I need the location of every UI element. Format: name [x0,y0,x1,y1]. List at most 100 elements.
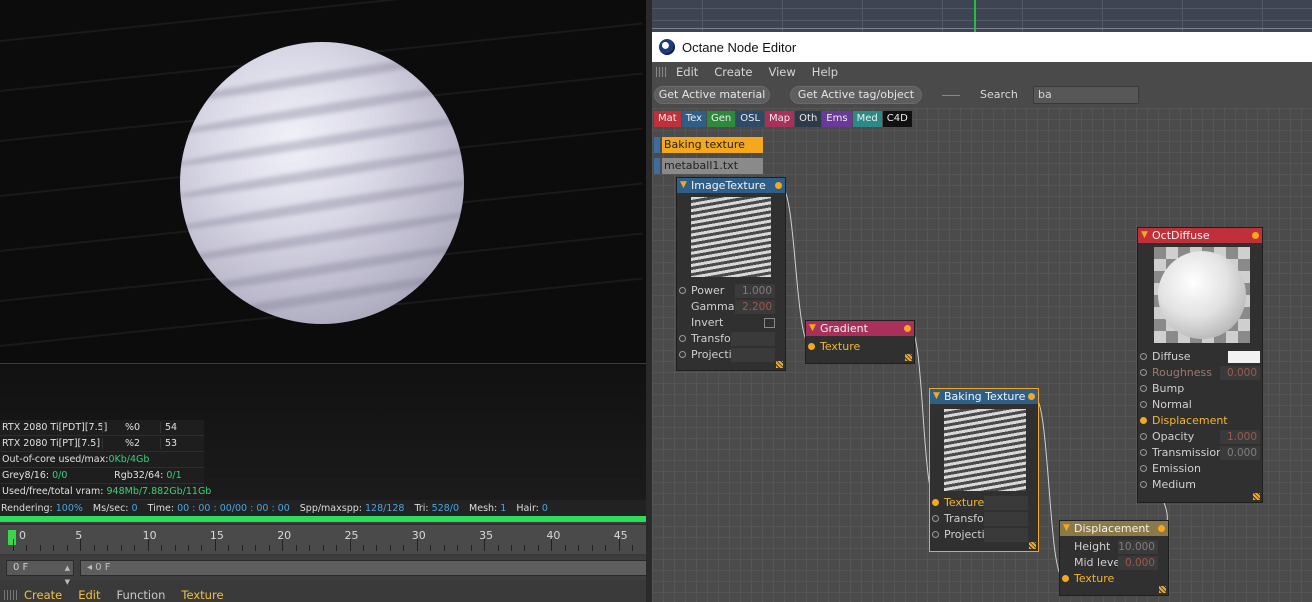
param-texture[interactable]: Texture [1060,571,1168,587]
input-pin[interactable] [1140,401,1147,408]
metaball-tag[interactable]: metaball1.txt [654,158,763,174]
menu-edit[interactable]: Edit [676,65,698,79]
param-opacity[interactable]: Opacity 1.000 [1138,429,1262,445]
input-pin[interactable] [679,287,686,294]
category-ems[interactable]: Ems [822,111,852,127]
param-midlevel[interactable]: Mid level 0.000 [1060,555,1168,571]
param-transform[interactable]: Transform [677,331,785,347]
input-pin[interactable] [1140,369,1147,376]
category-gen[interactable]: Gen [707,111,736,127]
param-value[interactable]: 0.000 [1118,556,1158,570]
collapse-triangle-icon[interactable]: ▼ [809,321,816,336]
baking-texture-tag[interactable]: Baking texture [654,137,763,153]
node-graph-canvas[interactable]: Mat Tex Gen OSL Map Oth Ems Med C4D Baki… [652,108,1312,602]
param-power[interactable]: Power 1.000 [677,283,785,299]
node-header[interactable]: ▼ Baking Texture [930,389,1038,404]
current-frame-field[interactable]: 0 F ▲ ▼ [6,560,74,586]
collapse-triangle-icon[interactable]: ▼ [680,178,687,193]
search-input[interactable]: ba [1033,86,1139,104]
timeline-ruler[interactable]: 0 5 10 15 20 25 30 35 40 45 [0,524,674,554]
node-header[interactable]: ▼ Gradient [806,321,914,336]
menu-function[interactable]: Function [117,588,166,602]
category-med[interactable]: Med [852,111,882,127]
node-header[interactable]: ▼ ImageTexture [677,178,785,193]
collapse-triangle-icon[interactable]: ▼ [933,389,940,404]
diffuse-color-swatch[interactable] [1228,351,1260,363]
input-pin[interactable] [932,515,939,522]
input-pin[interactable] [932,499,939,506]
param-projection[interactable]: Projection [677,347,785,363]
param-roughness[interactable]: Roughness 0.000 [1138,365,1262,381]
param-value[interactable]: 0.000 [1220,446,1260,460]
param-gamma[interactable]: Gamma 2.200 [677,299,785,315]
param-medium[interactable]: Medium [1138,477,1262,493]
resize-handle-icon[interactable] [1029,542,1036,549]
input-pin[interactable] [1140,353,1147,360]
param-value[interactable]: 0.000 [1220,366,1260,380]
category-oth[interactable]: Oth [795,111,822,127]
menu-create[interactable]: Create [714,65,752,79]
input-pin[interactable] [679,351,686,358]
input-pin[interactable] [808,343,815,350]
input-pin[interactable] [1140,417,1147,424]
menu-create[interactable]: Create [24,588,62,602]
category-mat[interactable]: Mat [654,111,681,127]
input-pin[interactable] [1140,481,1147,488]
node-header[interactable]: ▼ Displacement [1060,521,1168,536]
input-pin[interactable] [1062,575,1069,582]
grip-handle-icon[interactable] [656,67,668,77]
param-normal[interactable]: Normal [1138,397,1262,413]
stepper-arrows-icon[interactable]: ▲ ▼ [65,561,70,589]
param-value[interactable]: 10.000 [1118,540,1158,554]
param-diffuse[interactable]: Diffuse [1138,349,1262,365]
input-pin[interactable] [1140,385,1147,392]
menu-edit[interactable]: Edit [78,588,100,602]
param-displacement[interactable]: Displacement [1138,413,1262,429]
grip-handle-icon[interactable] [4,590,18,600]
get-active-tag-button[interactable]: Get Active tag/object [790,86,922,104]
param-value[interactable]: 1.000 [735,284,775,298]
param-transmission[interactable]: Transmission 0.000 [1138,445,1262,461]
menu-view[interactable]: View [769,65,796,79]
menu-texture[interactable]: Texture [181,588,223,602]
category-c4d[interactable]: C4D [882,111,912,127]
baking-texture-node[interactable]: ▼ Baking Texture Texture Transform Proje… [929,388,1039,552]
image-texture-node[interactable]: ▼ ImageTexture Power 1.000 Gamma 2.200 Inv… [676,177,786,371]
input-pin[interactable] [679,335,686,342]
slider-left-arrow-icon[interactable]: ◂ [87,562,92,573]
displacement-node[interactable]: ▼ Displacement Height 10.000 Mid level 0.0… [1059,520,1169,596]
resize-handle-icon[interactable] [1159,586,1166,593]
oct-diffuse-node[interactable]: ▼ OctDiffuse Diffuse Roughness 0.000 Bump… [1137,227,1263,503]
param-bump[interactable]: Bump [1138,381,1262,397]
param-texture[interactable]: Texture [806,339,914,355]
invert-checkbox[interactable] [764,318,775,328]
param-invert[interactable]: Invert [677,315,785,331]
render-viewport[interactable]: RTX 2080 Ti[PDT][7.5] %0 54 RTX 2080 Ti[… [0,0,646,500]
input-pin[interactable] [932,531,939,538]
category-tex[interactable]: Tex [681,111,706,127]
param-transform[interactable]: Transform [930,511,1038,527]
collapse-triangle-icon[interactable]: ▼ [1063,521,1070,536]
category-osl[interactable]: OSL [736,111,765,127]
input-pin[interactable] [1140,449,1147,456]
resize-handle-icon[interactable] [776,361,783,368]
output-pin[interactable] [775,182,782,189]
gradient-node[interactable]: ▼ Gradient Texture [805,320,915,364]
output-pin[interactable] [1028,393,1035,400]
output-pin[interactable] [1158,525,1165,532]
param-projection[interactable]: Projection [930,527,1038,543]
resize-handle-icon[interactable] [905,354,912,361]
param-value[interactable]: 2.200 [735,300,775,314]
param-texture[interactable]: Texture [930,495,1038,511]
input-pin[interactable] [1140,433,1147,440]
menu-help[interactable]: Help [812,65,838,79]
node-header[interactable]: ▼ OctDiffuse [1138,228,1262,243]
output-pin[interactable] [904,325,911,332]
param-emission[interactable]: Emission [1138,461,1262,477]
category-map[interactable]: Map [765,111,795,127]
input-pin[interactable] [1140,465,1147,472]
collapse-triangle-icon[interactable]: ▼ [1141,228,1148,243]
frame-range-slider[interactable]: ◂ 0 F [80,560,650,576]
output-pin[interactable] [1252,232,1259,239]
resize-handle-icon[interactable] [1253,493,1260,500]
